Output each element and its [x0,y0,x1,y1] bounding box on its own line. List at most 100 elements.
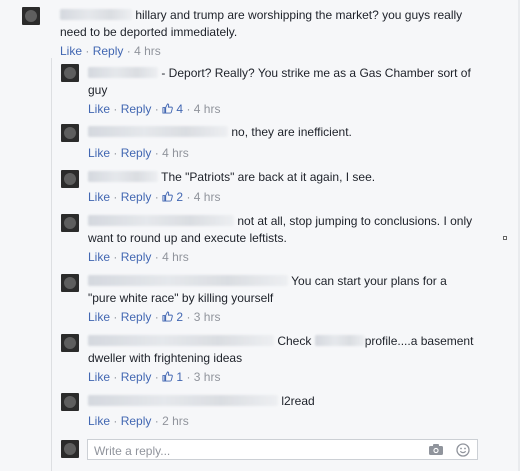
comment-actions: Like · Reply · 2 · 4 hrs [88,190,220,204]
like-link[interactable]: Like [88,250,110,264]
comment-body: The "Patriots" are back at it again, I s… [161,170,376,184]
separator: · [113,414,118,428]
camera-icon[interactable] [428,443,444,456]
like-link[interactable]: Like [88,190,110,204]
current-user-avatar[interactable] [61,440,79,458]
like-count[interactable]: 2 [162,310,186,324]
like-count-value: 1 [176,370,184,384]
comment-text: hillary and trump are worshipping the ma… [60,7,480,41]
timestamp[interactable]: 4 hrs [194,102,221,116]
thread-line [51,58,52,471]
separator: · [113,190,118,204]
comment-actions: Like · Reply · 2 · 3 hrs [88,310,220,324]
separator: · [154,146,159,160]
redacted-author-name[interactable] [60,9,132,20]
reply-box[interactable] [87,439,478,460]
avatar[interactable] [61,214,79,232]
reply-link[interactable]: Reply [121,414,152,428]
separator: · [154,414,159,428]
timestamp[interactable]: 4 hrs [162,250,189,264]
like-count[interactable]: 2 [162,190,186,204]
separator: · [154,102,159,116]
comment-actions: Like · Reply · 1 · 3 hrs [88,370,220,384]
separator: · [113,370,118,384]
like-link[interactable]: Like [88,146,110,160]
like-link[interactable]: Like [88,310,110,324]
smiley-icon[interactable] [456,443,470,457]
separator: · [154,370,159,384]
separator: · [186,102,191,116]
separator: · [126,44,131,58]
reply-link[interactable]: Reply [121,310,152,324]
redacted-author-name[interactable] [88,395,278,406]
timestamp[interactable]: 2 hrs [162,414,189,428]
comment-actions: Like · Reply · 4 hrs [60,44,161,58]
thumbs-up-icon [162,371,173,382]
redacted-author-name[interactable] [88,171,158,182]
comment-text: not at all, stop jumping to conclusions.… [88,213,478,247]
like-count-value: 2 [176,310,184,324]
scrollbar-handle[interactable] [503,236,507,240]
comment-actions: Like · Reply · 4 hrs [88,250,189,264]
redacted-author-name[interactable] [88,215,234,226]
redacted-author-name[interactable] [88,335,274,346]
separator: · [113,102,118,116]
reply-link[interactable]: Reply [121,146,152,160]
avatar[interactable] [61,393,79,411]
timestamp[interactable]: 4 hrs [162,146,189,160]
separator: · [154,250,159,264]
separator: · [186,370,191,384]
separator: · [154,310,159,324]
avatar[interactable] [61,274,79,292]
comment-text: no, they are inefficient. [88,124,478,141]
comment-actions: Like · Reply · 4 · 4 hrs [88,102,220,116]
comment-text: l2read [88,393,478,410]
redacted-author-name[interactable] [88,67,158,78]
separator: · [186,310,191,324]
like-link[interactable]: Like [88,370,110,384]
like-link[interactable]: Like [60,44,82,58]
thumbs-up-icon [162,311,173,322]
reply-link[interactable]: Reply [121,370,152,384]
separator: · [113,146,118,160]
thumbs-up-icon [162,103,173,114]
separator: · [186,190,191,204]
timestamp[interactable]: 3 hrs [194,370,221,384]
comment-body: l2read [281,394,315,408]
timestamp[interactable]: 4 hrs [134,44,161,58]
redacted-author-name[interactable] [88,126,228,137]
avatar[interactable] [61,334,79,352]
comment-body-part: Check [277,334,312,348]
comment-body: no, they are inefficient. [231,125,352,139]
avatar[interactable] [61,64,79,82]
avatar[interactable] [22,7,40,25]
separator: · [113,310,118,324]
like-count[interactable]: 4 [162,102,186,116]
like-link[interactable]: Like [88,102,110,116]
comment-text: The "Patriots" are back at it again, I s… [88,169,478,186]
timestamp[interactable]: 4 hrs [194,190,221,204]
comment-text: You can start your plans for a "pure whi… [88,273,478,307]
avatar[interactable] [61,170,79,188]
redacted-author-name[interactable] [88,275,288,286]
comment-text: Check profile....a basement dweller with… [88,333,478,367]
reply-link[interactable]: Reply [121,250,152,264]
like-count-value: 2 [176,190,184,204]
reply-input[interactable] [92,442,416,459]
separator: · [154,190,159,204]
timestamp[interactable]: 3 hrs [194,310,221,324]
comment-text: - Deport? Really? You strike me as a Gas… [88,65,478,99]
reply-link[interactable]: Reply [93,44,124,58]
like-count-value: 4 [176,102,184,116]
thumbs-up-icon [162,191,173,202]
reply-link[interactable]: Reply [121,190,152,204]
redacted-mention[interactable] [314,335,365,346]
like-link[interactable]: Like [88,414,110,428]
separator: · [85,44,90,58]
comment-actions: Like · Reply · 2 hrs [88,414,189,428]
separator: · [113,250,118,264]
comment-actions: Like · Reply · 4 hrs [88,146,189,160]
avatar[interactable] [61,124,79,142]
reply-link[interactable]: Reply [121,102,152,116]
like-count[interactable]: 1 [162,370,186,384]
